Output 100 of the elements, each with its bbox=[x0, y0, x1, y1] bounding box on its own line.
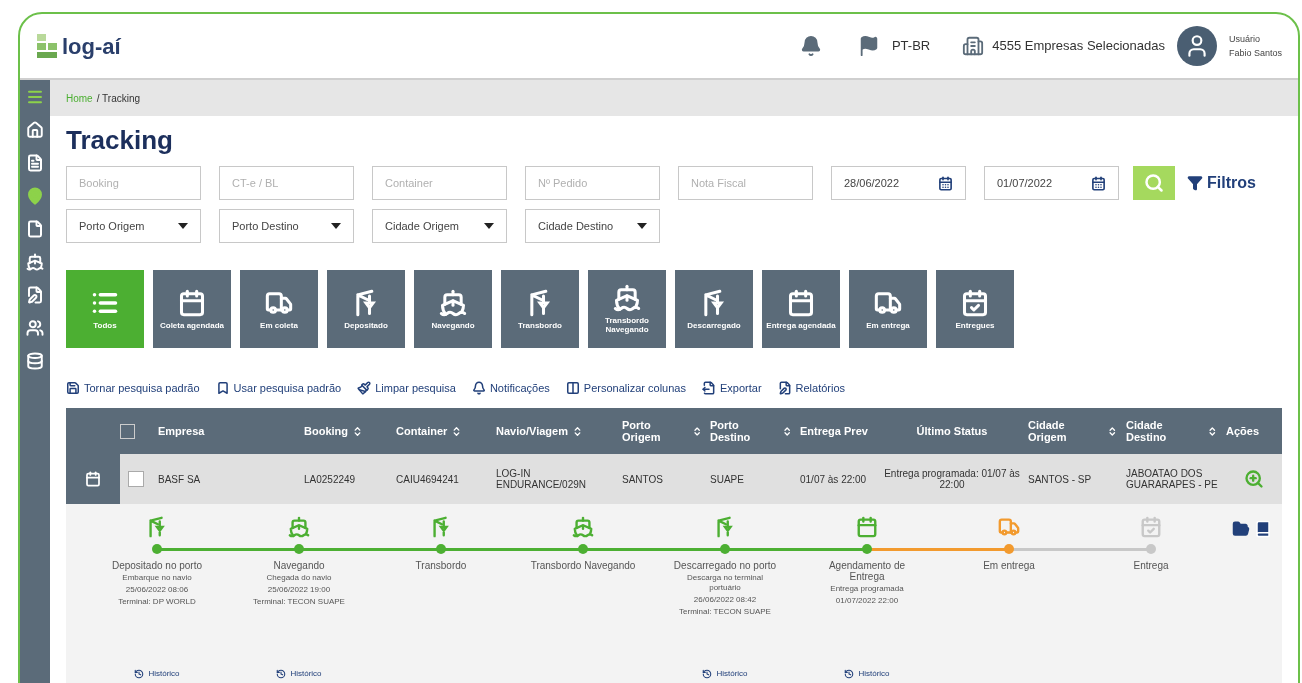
column-header[interactable]: Ações bbox=[1226, 425, 1260, 437]
breadcrumb-current: / Tracking bbox=[96, 91, 141, 106]
status-filter-card[interactable]: Descarregado bbox=[675, 270, 753, 348]
stage-title: Transbordo Navegando bbox=[529, 560, 637, 571]
notification-bell-icon[interactable] bbox=[799, 35, 822, 57]
column-header[interactable]: Navio/Viagem bbox=[496, 425, 583, 437]
ship-icon bbox=[613, 284, 641, 312]
search-field[interactable]: CT-e / BL bbox=[219, 166, 354, 200]
file-icon[interactable] bbox=[26, 220, 44, 238]
history-link[interactable]: Histórico bbox=[276, 668, 322, 680]
status-filter-card[interactable]: Todos bbox=[66, 270, 144, 348]
table-cell: JABOATAO DOS GUARARAPES - PE bbox=[1126, 468, 1218, 490]
column-header[interactable]: Porto Origem bbox=[622, 419, 702, 443]
search-field[interactable]: Booking bbox=[66, 166, 201, 200]
dropdown[interactable]: Cidade Destino bbox=[525, 209, 660, 243]
columns-icon bbox=[565, 381, 580, 395]
table-cell-text: CAIU4694241 bbox=[396, 473, 460, 485]
companies-label[interactable]: 4555 Empresas Selecionadas bbox=[992, 36, 1165, 56]
calendar-icon bbox=[178, 288, 206, 317]
stage-title: Em entrega bbox=[982, 560, 1036, 571]
language-label[interactable]: PT-BR bbox=[891, 36, 931, 56]
table-cell-text: 01/07 às 22:00 bbox=[800, 473, 868, 485]
search-field[interactable]: Nº Pedido bbox=[525, 166, 660, 200]
stage-title: Entrega bbox=[1132, 560, 1170, 571]
toolbar-action[interactable]: Relatórios bbox=[777, 379, 846, 397]
status-filter-card[interactable]: Em entrega bbox=[849, 270, 927, 348]
history-link[interactable]: Histórico bbox=[702, 668, 748, 680]
table-cell-text: SUAPE bbox=[710, 473, 745, 485]
calendar-check-icon bbox=[961, 288, 989, 317]
toolbar-action[interactable]: Exportar bbox=[701, 379, 762, 397]
ship-icon bbox=[439, 288, 467, 317]
status-filter-card[interactable]: Em coleta bbox=[240, 270, 318, 348]
search-icon bbox=[1144, 173, 1164, 193]
ship-icon[interactable] bbox=[26, 253, 44, 271]
date-field[interactable]: 28/06/2022 bbox=[831, 166, 966, 200]
stage-title: Depositado no porto bbox=[110, 560, 204, 571]
column-header[interactable]: Entrega Prev bbox=[800, 425, 868, 437]
date-field[interactable]: 01/07/2022 bbox=[984, 166, 1119, 200]
column-header[interactable]: Cidade Destino bbox=[1126, 419, 1218, 443]
stage-detail: Chegada do navio bbox=[265, 573, 333, 583]
caret-icon bbox=[178, 223, 188, 229]
sort-icon bbox=[1207, 425, 1218, 437]
status-filter-card[interactable]: Depositado bbox=[327, 270, 405, 348]
toolbar-action[interactable]: Notificações bbox=[471, 379, 550, 397]
checkbox[interactable] bbox=[120, 423, 135, 439]
users-icon[interactable] bbox=[26, 319, 44, 337]
toolbar-action[interactable]: Limpar pesquisa bbox=[357, 379, 456, 397]
caret-icon bbox=[484, 223, 494, 229]
search-field[interactable]: Nota Fiscal bbox=[678, 166, 813, 200]
history-icon bbox=[134, 669, 145, 679]
dropdown[interactable]: Porto Destino bbox=[219, 209, 354, 243]
toolbar-action[interactable]: Usar pesquisa padrão bbox=[215, 379, 342, 397]
toolbar-action[interactable]: Personalizar colunas bbox=[565, 379, 686, 397]
dropdown[interactable]: Porto Origem bbox=[66, 209, 201, 243]
filters-button[interactable]: Filtros bbox=[1187, 171, 1256, 195]
column-header[interactable]: Último Status bbox=[916, 425, 988, 437]
history-icon bbox=[702, 669, 713, 679]
calendar-icon bbox=[787, 288, 815, 317]
sort-icon bbox=[691, 425, 702, 437]
database-icon[interactable] bbox=[26, 352, 44, 370]
edit-icon[interactable] bbox=[26, 286, 44, 304]
calendar-icon bbox=[85, 471, 101, 487]
ship-icon bbox=[572, 516, 594, 538]
calendar-icon bbox=[1091, 175, 1106, 191]
history-link[interactable]: Histórico bbox=[134, 668, 180, 680]
folder-icon[interactable] bbox=[1232, 520, 1250, 538]
column-header[interactable]: Booking bbox=[304, 425, 363, 437]
status-filter-card[interactable]: Coleta agendada bbox=[153, 270, 231, 348]
history-link[interactable]: Histórico bbox=[844, 668, 890, 680]
column-header[interactable]: Cidade Origem bbox=[1028, 419, 1118, 443]
book-icon[interactable] bbox=[1254, 520, 1272, 538]
column-header[interactable]: Porto Destino bbox=[710, 419, 792, 443]
map-pin-icon[interactable] bbox=[26, 187, 44, 205]
stage-title: Transbordo bbox=[414, 560, 468, 571]
toolbar-action[interactable]: Tornar pesquisa padrão bbox=[66, 379, 200, 397]
save-icon bbox=[66, 381, 80, 395]
checkbox[interactable] bbox=[128, 471, 144, 487]
sort-icon bbox=[352, 425, 363, 437]
menu-icon[interactable] bbox=[26, 88, 44, 106]
table-cell-text: LA0252249 bbox=[304, 473, 357, 485]
column-header[interactable]: Container bbox=[396, 425, 463, 437]
calendar-icon bbox=[856, 516, 878, 538]
status-filter-card[interactable]: Transbordo bbox=[501, 270, 579, 348]
status-filter-card[interactable]: Navegando bbox=[414, 270, 492, 348]
stage-detail: Entrega programada bbox=[829, 584, 905, 594]
document-icon[interactable] bbox=[26, 154, 44, 172]
column-header[interactable]: Empresa bbox=[158, 425, 205, 437]
home-icon[interactable] bbox=[26, 121, 44, 139]
status-filter-card[interactable]: Entregues bbox=[936, 270, 1014, 348]
status-filter-card[interactable]: Transbordo Navegando bbox=[588, 270, 666, 348]
filter-icon bbox=[1187, 175, 1203, 191]
truck-icon bbox=[998, 516, 1020, 538]
sort-icon bbox=[781, 425, 792, 437]
dropdown[interactable]: Cidade Origem bbox=[372, 209, 507, 243]
stage-detail: Terminal: DP WORLD bbox=[117, 597, 197, 607]
building-icon bbox=[962, 35, 985, 57]
status-filter-card[interactable]: Entrega agendada bbox=[762, 270, 840, 348]
search-field[interactable]: Container bbox=[372, 166, 507, 200]
date-value: 28/06/2022 bbox=[844, 175, 900, 191]
avatar[interactable] bbox=[1176, 26, 1217, 66]
